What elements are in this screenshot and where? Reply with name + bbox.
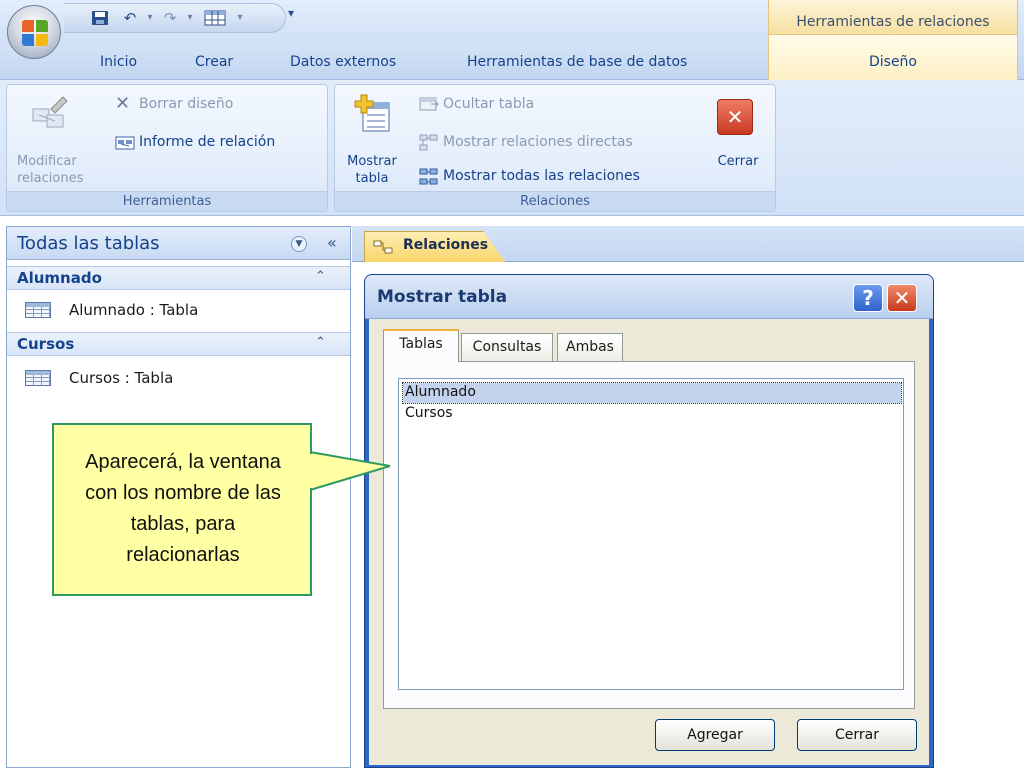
dialog-titlebar[interactable]: Mostrar tabla ? ✕ [365,275,933,319]
document-tab-label: Relaciones [403,237,489,253]
modificar-relaciones-button[interactable]: Modificar relaciones [11,91,93,189]
nav-group-label: Alumnado [17,269,102,287]
mostrar-relaciones-directas-button[interactable]: Mostrar relaciones directas [419,131,633,153]
document-tab-relaciones[interactable]: Relaciones [364,231,506,263]
group-label-herramientas: Herramientas [7,191,327,211]
list-item-cursos[interactable]: Cursos [403,404,901,424]
ribbon: Modificar relaciones ✕ Borrar diseño Inf… [0,80,1024,216]
nav-item-alumnado-tabla[interactable]: Alumnado : Tabla [25,299,198,321]
dialog-title: Mostrar tabla [377,287,508,307]
undo-icon[interactable]: ↶ [120,10,140,26]
hide-table-icon [419,96,440,112]
nav-item-label: Alumnado : Tabla [69,301,199,319]
mostrar-todas-relaciones-button[interactable]: Mostrar todas las relaciones [419,165,640,187]
collapse-group-icon[interactable]: ⌃ [315,269,326,284]
informe-relacion-label: Informe de relación [139,134,276,150]
show-table-icon [353,93,393,137]
shutter-bar-collapse-icon[interactable]: « [327,233,337,252]
cerrar-dialog-button[interactable]: Cerrar [797,719,917,751]
datasheet-view-icon[interactable] [204,10,226,26]
quick-access-toolbar: ↶ ▾ ↷ ▾ ▾ [64,3,286,33]
view-dropdown-icon[interactable]: ▾ [230,10,250,26]
redo-icon[interactable]: ↷ [160,10,180,26]
tab-inicio[interactable]: Inicio [100,54,137,70]
tab-consultas[interactable]: Consultas [461,333,553,361]
contextual-tab-header: Herramientas de relaciones [768,0,1018,34]
nav-group-alumnado[interactable]: Alumnado ⌃ [7,266,350,290]
agregar-button[interactable]: Agregar [655,719,775,751]
mostrar-relaciones-directas-label: Mostrar relaciones directas [443,134,633,150]
close-icon[interactable]: ✕ [887,284,917,312]
modificar-label-2: relaciones [17,171,84,186]
office-button[interactable] [7,5,61,59]
all-relationships-icon [419,168,438,185]
group-relaciones: Mostrar tabla Ocultar tabla Mostrar rela… [334,84,776,212]
tab-herramientas-bd[interactable]: Herramientas de base de datos [467,54,687,70]
edit-relationships-icon [29,95,69,135]
direct-relationships-icon [419,134,438,151]
list-item-alumnado[interactable]: Alumnado [402,382,902,404]
close-red-icon: ✕ [717,99,753,135]
modificar-label-1: Modificar [17,154,77,169]
delete-x-icon: ✕ [115,93,131,114]
tab-tablas[interactable]: Tablas [383,329,459,362]
nav-item-label: Cursos : Tabla [69,369,174,387]
tab-datos-externos[interactable]: Datos externos [290,54,396,70]
dialog-body: Tablas Consultas Ambas Alumnado Cursos A… [369,319,929,765]
nav-item-cursos-tabla[interactable]: Cursos : Tabla [25,367,173,389]
mostrar-tabla-button[interactable]: Mostrar tabla [339,91,405,189]
customize-qat-icon[interactable]: ▾ [288,6,294,20]
relationships-icon [373,240,393,254]
tab-ambas[interactable]: Ambas [557,333,623,361]
ocultar-tabla-button[interactable]: Ocultar tabla [419,93,534,115]
save-icon[interactable] [90,10,110,26]
undo-dropdown-icon[interactable]: ▾ [140,10,160,26]
report-icon [115,134,135,150]
informe-relacion-button[interactable]: Informe de relación [115,131,275,153]
document-tab-strip: Relaciones [352,226,1024,263]
nav-title[interactable]: Todas las tablas [17,233,160,254]
tab-crear[interactable]: Crear [195,54,233,70]
mostrar-tabla-label-2: tabla [355,171,389,186]
ocultar-tabla-label: Ocultar tabla [443,96,535,112]
cerrar-ribbon-label: Cerrar [717,154,759,169]
borrar-diseno-button[interactable]: ✕ Borrar diseño [115,93,233,115]
tab-diseno[interactable]: Diseño [768,34,1018,80]
navigation-pane: Todas las tablas ▼ « Alumnado ⌃ Alumnado… [6,226,351,768]
table-icon [25,302,51,318]
collapse-group-icon[interactable]: ⌃ [315,335,326,350]
nav-menu-dropdown-icon[interactable]: ▼ [291,236,307,252]
mostrar-tabla-label-1: Mostrar [347,154,397,169]
office-logo-icon [22,20,48,46]
redo-dropdown-icon[interactable]: ▾ [180,10,200,26]
mostrar-tabla-dialog: Mostrar tabla ? ✕ Tablas Consultas Ambas… [364,274,934,768]
help-button[interactable]: ? [853,284,883,312]
borrar-diseno-label: Borrar diseño [139,96,234,112]
cerrar-relaciones-button[interactable]: ✕ Cerrar [705,91,771,189]
tab-panel: Alumnado Cursos [383,361,915,709]
group-label-relaciones: Relaciones [335,191,775,211]
mostrar-todas-relaciones-label: Mostrar todas las relaciones [443,168,640,184]
nav-header: Todas las tablas ▼ « [7,226,350,260]
nav-group-cursos[interactable]: Cursos ⌃ [7,332,350,356]
nav-group-label: Cursos [17,335,75,353]
table-list[interactable]: Alumnado Cursos [398,378,904,690]
group-herramientas: Modificar relaciones ✕ Borrar diseño Inf… [6,84,328,212]
table-icon [25,370,51,386]
